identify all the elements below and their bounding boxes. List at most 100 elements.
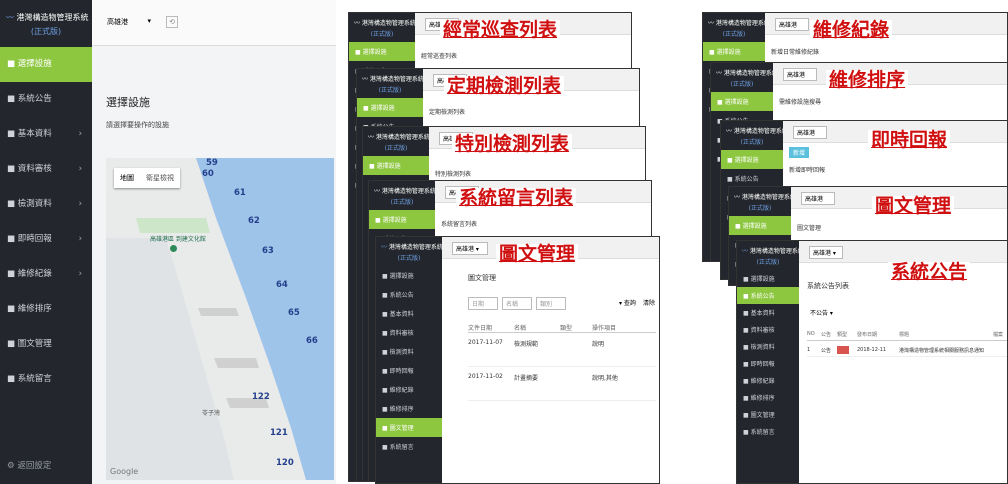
sidebar-item[interactable]: ■ 檢測資料 › xyxy=(0,187,92,222)
chevron-right-icon: › xyxy=(78,164,82,174)
sidebar-item[interactable]: ■ 維修排序 xyxy=(0,292,92,327)
sidebar-item[interactable]: ■ 檢測資料 xyxy=(737,338,799,355)
wharf-number: 122 xyxy=(252,392,270,402)
table-header: 文件日期 名稱 類型 操作項目 xyxy=(468,321,656,333)
map-land xyxy=(106,158,306,480)
table-cell: 2017-11-02 xyxy=(468,373,503,380)
sidebar-menu: ■ 選擇設施 ■ 系統公告 ■ 基本資料 › ■ 資料審核 › ■ 檢測資料 › ■ 即時回報 ›… xyxy=(0,47,92,397)
table-cell: 說明 xyxy=(592,341,605,348)
feature-banner: 圖文管理 xyxy=(872,196,955,217)
page-title: 定期檢測列表 xyxy=(429,109,466,116)
sidebar-item[interactable]: ■ 維修紀錄 xyxy=(376,380,442,399)
wharf-number: 66 xyxy=(306,336,318,346)
feature-banner: 維修紀錄 xyxy=(810,20,893,41)
sidebar-item[interactable]: ■ 維修紀錄 xyxy=(737,372,799,389)
filter-input[interactable]: 名稱 xyxy=(502,297,532,310)
table-row[interactable]: 1 公告 2018-12-11 港灣構造物管理系統相關服務訊息通知 xyxy=(807,345,1007,357)
refresh-icon[interactable]: ⟲ xyxy=(166,16,178,28)
app-subtitle: (正式版) xyxy=(740,139,764,146)
sidebar-item[interactable]: ■ 資料審核 xyxy=(737,321,799,338)
sidebar-item[interactable]: ■ 維修排序 xyxy=(737,389,799,406)
sidebar-item[interactable]: ■ 選擇設施 xyxy=(357,98,423,117)
wharf-number: 63 xyxy=(262,246,274,256)
filter-input[interactable]: 類別 xyxy=(536,297,566,310)
sidebar-item[interactable]: ■ 檢測資料 xyxy=(376,342,442,361)
feature-banner: 維修排序 xyxy=(826,70,909,91)
add-button[interactable]: 新增 xyxy=(789,147,810,158)
sidebar-item[interactable]: ■ 系統公告 xyxy=(0,82,92,117)
sidebar-item[interactable]: ■ 維修紀錄 › xyxy=(0,257,92,292)
logo-icon: 〰 xyxy=(381,244,389,251)
table-row[interactable]: 2017-11-07 檢測規範 說明 xyxy=(468,337,656,367)
sidebar-item[interactable]: ■ 選擇設施 xyxy=(729,216,791,235)
top-bar: 高雄港 ▾ ⟲ xyxy=(92,0,336,46)
column-header: 公告 xyxy=(821,332,832,338)
page-title: 新增即時回報 xyxy=(789,167,826,174)
app-title: 〰 港灣構造物管理系統 xyxy=(734,194,796,201)
clear-button[interactable]: 清除 xyxy=(640,297,658,308)
sidebar-item[interactable]: ■ 基本資料 › xyxy=(0,117,92,152)
logo-icon: 〰 xyxy=(362,76,370,83)
sidebar-item[interactable]: ■ 基本資料 xyxy=(737,304,799,321)
app-subtitle: (正式版) xyxy=(722,31,746,38)
map[interactable]: 地圖 衛星檢視 高雄港區 到建文化館 苓子灣 59 60 61 62 63 64 65 66 12… xyxy=(106,158,334,480)
content-area: 選擇設施 請選擇要操作的設施 地圖 衛星檢視 高雄港區 到建文化館 苓子灣 59 6… xyxy=(92,46,336,484)
sidebar-item[interactable]: ■ 系統留言 xyxy=(0,362,92,397)
search-button[interactable]: ▾ 查詢 xyxy=(616,297,639,308)
sidebar-item[interactable]: ■ 圖文管理 xyxy=(0,327,92,362)
port-select[interactable]: 高雄港 xyxy=(801,192,835,205)
feature-banner: 即時回報 xyxy=(868,130,951,151)
column-header: 檔案 xyxy=(993,332,1004,338)
sidebar-item[interactable]: ■ 即時回報 xyxy=(737,355,799,372)
sidebar-item[interactable]: ■ 系統公告 xyxy=(737,287,799,304)
port-select[interactable]: 高雄港 xyxy=(775,18,809,31)
port-select[interactable]: 高雄港 xyxy=(793,126,827,139)
sidebar-item[interactable]: ■ 選擇設施 xyxy=(737,270,799,287)
sidebar-item[interactable]: ■ 選擇設施 xyxy=(349,42,415,61)
sidebar-item[interactable]: ■ 即時回報 › xyxy=(0,222,92,257)
port-select[interactable]: 高雄港 ▾ xyxy=(452,242,488,255)
port-select[interactable]: 高雄港 ▾ xyxy=(809,246,843,259)
filter-input[interactable]: 日期 xyxy=(468,297,498,310)
sidebar-footer[interactable]: ⚙ 返回設定 xyxy=(0,449,92,484)
satellite-tab[interactable]: 衛星檢視 xyxy=(140,168,180,188)
sidebar-item[interactable]: ■ 即時回報 xyxy=(376,361,442,380)
port-select[interactable]: 高雄港 xyxy=(783,68,817,81)
sidebar: 〰 港灣構造物管理系統 (正式版) ■ 選擇設施 ■ 系統公告 ■ 基本資料 ■ 資料… xyxy=(737,241,804,483)
sidebar-item[interactable]: ■ 圖文管理 xyxy=(376,418,442,437)
port-select[interactable]: 高雄港 ▾ xyxy=(104,16,154,28)
sidebar-item[interactable]: ■ 系統留言 xyxy=(737,423,799,440)
menu-icon: ■ xyxy=(7,269,18,279)
logo-icon: 〰 xyxy=(354,20,362,27)
sidebar-item[interactable]: ■ 圖文管理 xyxy=(737,406,799,423)
sidebar-item-label: 選擇設施 xyxy=(17,59,52,69)
page-title: 特別檢測列表 xyxy=(435,171,472,178)
sidebar-menu: ■ 選擇設施 ■ 系統公告 ■ 基本資料 ■ 資料審核 ■ 檢測資料 ■ 即時回報 ■ 維修… xyxy=(376,266,442,456)
feature-banner: 定期檢測列表 xyxy=(444,76,565,97)
sidebar-item[interactable]: ■ 選擇設施 xyxy=(703,42,765,61)
sidebar-item[interactable]: ■ 系統公告 xyxy=(376,285,442,304)
menu-icon: ■ xyxy=(7,374,18,384)
publish-filter[interactable]: 不公告 ▾ xyxy=(807,307,847,318)
sidebar-item[interactable]: ■ 選擇設施 xyxy=(369,210,435,229)
sidebar-item-label: 維修紀錄 xyxy=(17,269,52,279)
sidebar-item[interactable]: ■ 系統留言 xyxy=(376,437,442,456)
sidebar-item[interactable]: ■ 維修排序 xyxy=(376,399,442,418)
sidebar-item[interactable]: ■ 選擇設施 xyxy=(363,156,429,175)
map-tab[interactable]: 地圖 xyxy=(114,168,140,188)
wharf-number: 61 xyxy=(234,188,246,198)
table-row[interactable]: 2017-11-02 計畫摘要 說明,其他 xyxy=(468,371,656,401)
wharf-number: 62 xyxy=(248,216,260,226)
feature-banner: 特別檢測列表 xyxy=(452,134,573,155)
sidebar-item[interactable]: ■ 選擇設施 xyxy=(0,47,92,82)
sidebar-item[interactable]: ■ 選擇設施 xyxy=(711,92,773,111)
status-badge xyxy=(837,346,849,354)
page-title: 需維修設施搜尋 xyxy=(779,99,822,106)
app-subtitle: (正式版) xyxy=(390,199,414,206)
sidebar-item[interactable]: ■ 選擇設施 xyxy=(376,266,442,285)
page-title: 圖文管理 xyxy=(468,274,496,282)
sidebar-item[interactable]: ■ 資料審核 xyxy=(376,323,442,342)
sidebar-item[interactable]: ■ 資料審核 › xyxy=(0,152,92,187)
sidebar-item[interactable]: ■ 選擇設施 xyxy=(721,150,783,169)
sidebar-item[interactable]: ■ 基本資料 xyxy=(376,304,442,323)
